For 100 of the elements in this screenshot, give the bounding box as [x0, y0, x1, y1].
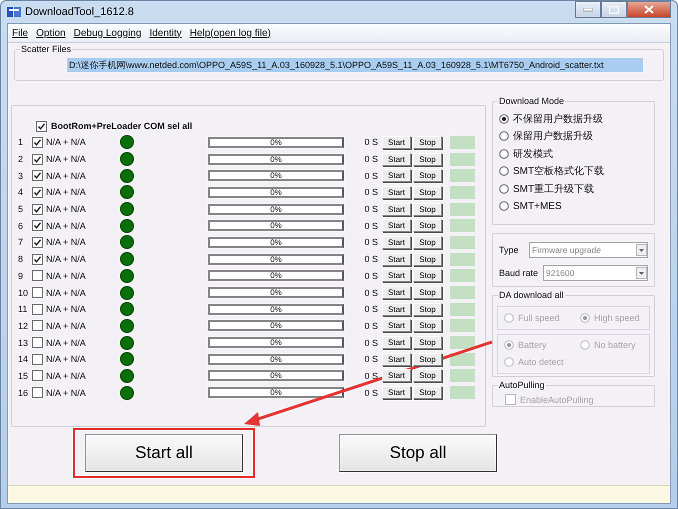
stop-button[interactable]: Stop: [413, 152, 442, 166]
radio-label: SMT空板格式化下载: [513, 164, 604, 178]
port-number: 2: [18, 154, 24, 164]
select-all-checkbox[interactable]: [36, 120, 47, 132]
stop-all-button[interactable]: Stop all: [339, 434, 497, 472]
checkbox[interactable]: [32, 320, 43, 332]
checkbox-label: EnableAutoPulling: [520, 394, 594, 404]
stop-button[interactable]: Stop: [413, 336, 442, 350]
checkbox[interactable]: [32, 270, 43, 282]
checkbox[interactable]: [32, 204, 43, 215]
checkbox[interactable]: [32, 337, 43, 348]
status-led: [120, 318, 134, 333]
checkbox[interactable]: [32, 236, 43, 248]
progress-bar: 0%: [208, 254, 344, 265]
stop-button[interactable]: Stop: [413, 302, 442, 316]
radio-button[interactable]: [499, 148, 509, 159]
elapsed-time: 0 S: [363, 220, 379, 231]
checkbox[interactable]: [32, 186, 43, 198]
baud-rate-dropdown[interactable]: 921600: [543, 265, 648, 281]
port-label: N/A + N/A: [45, 304, 87, 314]
start-button[interactable]: Start: [382, 136, 411, 149]
menu-item[interactable]: Help(open log file): [190, 28, 271, 38]
port-number: 14: [18, 354, 30, 364]
maximize-button[interactable]: [601, 1, 627, 18]
start-button[interactable]: Start: [382, 219, 411, 232]
start-button[interactable]: Start: [382, 252, 411, 266]
start-button[interactable]: Start: [382, 302, 411, 316]
checkbox[interactable]: [32, 387, 43, 398]
caret-icon[interactable]: [636, 244, 647, 256]
start-button[interactable]: Start: [382, 169, 411, 182]
start-button[interactable]: Start: [382, 336, 411, 350]
start-button[interactable]: Start: [382, 319, 411, 332]
menu-item[interactable]: Option: [36, 28, 66, 38]
checkbox[interactable]: [32, 136, 43, 148]
start-button[interactable]: Start: [382, 269, 411, 282]
port-label: N/A + N/A: [45, 170, 87, 181]
start-button[interactable]: Start: [382, 152, 411, 166]
menu-item[interactable]: File: [12, 28, 28, 38]
status-led: [120, 352, 134, 366]
caret-icon[interactable]: [636, 267, 647, 279]
checkbox[interactable]: [32, 254, 43, 265]
group-label: Download Mode: [498, 96, 566, 106]
menu-item[interactable]: Identity: [149, 28, 182, 38]
checkbox[interactable]: [32, 354, 43, 365]
minimize-button[interactable]: [575, 1, 601, 18]
stop-button[interactable]: Stop: [413, 236, 442, 249]
close-button[interactable]: [627, 1, 671, 18]
checkbox[interactable]: [32, 220, 43, 232]
checkbox[interactable]: [32, 170, 43, 182]
stop-button[interactable]: Stop: [413, 369, 442, 382]
start-button[interactable]: Start: [382, 236, 411, 249]
port-number: 16: [18, 388, 30, 398]
status-led: [120, 252, 134, 266]
progress-bar: 0%: [208, 154, 344, 165]
status-led: [120, 336, 134, 350]
elapsed-time: 0 S: [363, 320, 379, 331]
start-button[interactable]: Start: [382, 369, 411, 382]
start-button[interactable]: Start: [382, 352, 411, 366]
port-label: N/A + N/A: [45, 254, 87, 264]
type-dropdown[interactable]: Firmware upgrade: [529, 242, 648, 258]
stop-button[interactable]: Stop: [413, 219, 442, 232]
stop-button[interactable]: Stop: [413, 352, 442, 366]
radio-label: Auto detect: [518, 356, 564, 367]
status-led: [120, 235, 134, 250]
radio-button[interactable]: [499, 131, 509, 142]
stop-button[interactable]: Stop: [413, 319, 442, 332]
radio-button[interactable]: [499, 114, 509, 124]
radio-button[interactable]: [499, 166, 509, 176]
progress-bar: 0%: [208, 304, 344, 315]
port-label: N/A + N/A: [45, 388, 87, 398]
port-label: N/A + N/A: [45, 288, 87, 298]
progress-bar: 0%: [208, 236, 344, 248]
start-all-button[interactable]: Start all: [85, 434, 243, 472]
stop-button[interactable]: Stop: [413, 386, 442, 400]
start-button[interactable]: Start: [382, 386, 411, 400]
radio-button[interactable]: [499, 184, 509, 194]
menu-item[interactable]: Debug Logging: [74, 28, 142, 38]
port-number: 3: [18, 170, 24, 181]
start-button[interactable]: Start: [382, 286, 411, 300]
stop-button[interactable]: Stop: [413, 202, 442, 216]
stop-button[interactable]: Stop: [413, 186, 442, 199]
elapsed-time: 0 S: [363, 370, 379, 381]
radio-label: SMT重工升级下载: [513, 182, 594, 196]
checkbox[interactable]: [32, 154, 43, 165]
checkbox[interactable]: [32, 287, 43, 298]
stop-button[interactable]: Stop: [413, 269, 442, 282]
radio-button[interactable]: [499, 201, 509, 212]
stop-button[interactable]: Stop: [413, 252, 442, 266]
start-button[interactable]: Start: [382, 186, 411, 199]
port-label: N/A + N/A: [45, 187, 87, 198]
status-box: [450, 269, 475, 282]
port-label: N/A + N/A: [45, 270, 87, 281]
checkbox[interactable]: [32, 370, 43, 382]
stop-button[interactable]: Stop: [413, 136, 442, 149]
checkbox[interactable]: [32, 304, 43, 315]
port-number: 6: [18, 220, 24, 231]
scatter-path-field[interactable]: D:\迷你手机网\www.netded.com\OPPO_A59S_11_A.03_160928_5.1\OPPO_A59S_11_A.03_160928_5.1\MT6750_Android_scatter.txt: [67, 58, 643, 72]
start-button[interactable]: Start: [382, 202, 411, 216]
stop-button[interactable]: Stop: [413, 286, 442, 300]
stop-button[interactable]: Stop: [413, 169, 442, 182]
